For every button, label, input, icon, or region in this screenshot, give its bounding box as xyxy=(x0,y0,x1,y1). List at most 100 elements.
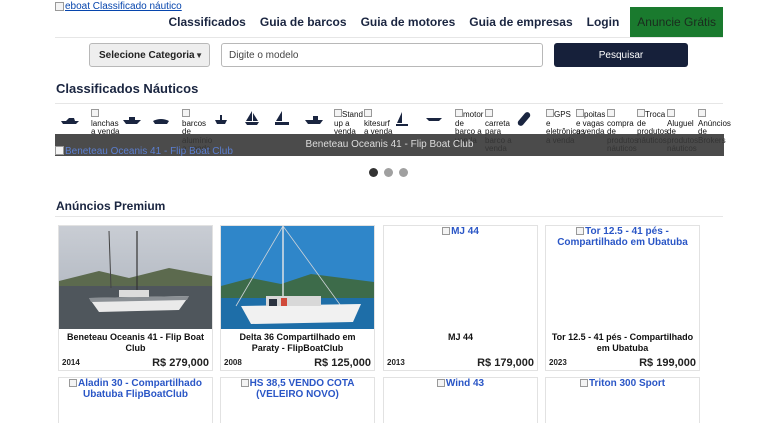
slider-alt-text: Beneteau Oceanis 41 - Flip Boat Club xyxy=(65,146,233,157)
premium-divider xyxy=(55,216,723,217)
model-search-placeholder: Digite o modelo xyxy=(229,49,299,61)
listing-card[interactable]: MJ 44 MJ 44 2013 R$ 179,000 xyxy=(383,225,538,371)
nav-classificados[interactable]: Classificados xyxy=(161,7,252,37)
listing-price: R$ 125,000 xyxy=(314,357,371,369)
broken-image-icon xyxy=(546,109,554,117)
broken-image-icon xyxy=(55,1,64,11)
listing-image-alt[interactable]: Aladin 30 - Compartilhado Ubatuba FlipBo… xyxy=(59,378,212,400)
search-button[interactable]: Pesquisar xyxy=(554,43,688,67)
listing-name[interactable]: MJ 44 xyxy=(384,332,537,343)
broken-image-icon xyxy=(240,379,249,387)
broken-image-icon xyxy=(576,227,585,235)
category-catamaran[interactable] xyxy=(273,110,303,126)
boat-icon xyxy=(123,117,141,124)
windsurf-icon xyxy=(396,112,408,126)
listing-year: 2014 xyxy=(62,358,80,367)
listing-card[interactable]: Delta 36 Compartilhado em Paraty - FlipB… xyxy=(220,225,375,371)
sailboat-photo xyxy=(59,226,212,329)
sailboat-photo xyxy=(221,226,374,329)
category-inflatable[interactable] xyxy=(213,113,243,125)
category-windsurf[interactable] xyxy=(395,111,425,127)
broken-image-icon xyxy=(637,109,645,117)
model-search-input[interactable]: Digite o modelo xyxy=(221,43,543,67)
listing-image-alt-text: Wind 43 xyxy=(445,378,485,389)
slider-dot-3[interactable] xyxy=(399,168,408,177)
listing-year: 2008 xyxy=(224,358,242,367)
broken-image-icon xyxy=(698,109,706,117)
inflatable-icon xyxy=(215,115,227,124)
listing-photo[interactable] xyxy=(221,226,374,329)
classificados-title: Classificados Náuticos xyxy=(56,81,199,96)
sailboat-icon xyxy=(245,111,259,125)
anuncie-gratis-button[interactable]: Anuncie Grátis xyxy=(630,7,723,37)
broken-image-icon xyxy=(436,379,445,387)
speedboat-icon xyxy=(61,118,79,124)
search-bar: Selecione Categoria ▼ Digite o modelo Pe… xyxy=(89,43,688,67)
listing-card[interactable]: Aladin 30 - Compartilhado Ubatuba FlipBo… xyxy=(58,377,213,423)
listing-card[interactable]: HS 38,5 VENDO COTA (VELEIRO NOVO) xyxy=(220,377,375,423)
classificados-divider xyxy=(55,103,723,104)
category-lanchas[interactable]: lanchas a venda xyxy=(91,109,121,137)
broken-image-icon xyxy=(579,379,588,387)
listing-year: 2013 xyxy=(387,358,405,367)
wakeboard-icon xyxy=(517,112,531,126)
listing-card[interactable]: Triton 300 Sport xyxy=(545,377,700,423)
slider-image-alt[interactable]: Beneteau Oceanis 41 - Flip Boat Club xyxy=(55,146,233,157)
listing-image-alt[interactable]: Wind 43 xyxy=(384,378,537,389)
listing-card[interactable]: Wind 43 xyxy=(383,377,538,423)
broken-image-icon xyxy=(364,109,372,117)
canoe-icon xyxy=(426,118,442,121)
listing-price: R$ 179,000 xyxy=(477,357,534,369)
broken-image-icon xyxy=(91,109,99,117)
listing-image-alt-text: Aladin 30 - Compartilhado Ubatuba FlipBo… xyxy=(78,378,202,400)
listing-card[interactable]: Beneteau Oceanis 41 - Flip Boat Club 201… xyxy=(58,225,213,371)
category-canoe[interactable] xyxy=(425,116,455,122)
chevron-down-icon: ▼ xyxy=(195,50,203,60)
listing-name[interactable]: Beneteau Oceanis 41 - Flip Boat Club xyxy=(59,332,212,354)
listing-image-alt[interactable]: Triton 300 Sport xyxy=(546,378,699,389)
nav-login[interactable]: Login xyxy=(580,7,627,37)
listing-name[interactable]: Tor 12.5 - 41 pés - Compartilhado em Uba… xyxy=(546,332,699,354)
broken-image-icon xyxy=(667,109,675,117)
main-nav: Classificados Guia de barcos Guia de mot… xyxy=(161,7,723,37)
listing-image-alt[interactable]: MJ 44 xyxy=(384,226,537,237)
slider-dots xyxy=(369,168,408,177)
broken-image-icon xyxy=(334,109,342,117)
broken-image-icon xyxy=(55,146,64,155)
listing-image-alt[interactable]: HS 38,5 VENDO COTA (VELEIRO NOVO) xyxy=(221,378,374,400)
nav-guia-de-barcos[interactable]: Guia de barcos xyxy=(253,7,354,37)
broken-image-icon xyxy=(455,109,463,117)
fishing-boat-icon xyxy=(305,116,323,124)
category-stand-up[interactable]: Stand up a venda xyxy=(334,109,364,137)
catamaran-icon xyxy=(275,111,289,125)
broken-image-icon xyxy=(182,109,190,117)
listing-card[interactable]: Tor 12.5 - 41 pés - Compartilhado em Uba… xyxy=(545,225,700,371)
listing-image-alt-text: Triton 300 Sport xyxy=(588,378,666,389)
slider-dot-2[interactable] xyxy=(384,168,393,177)
listing-price: R$ 279,000 xyxy=(152,357,209,369)
listing-photo[interactable] xyxy=(59,226,212,329)
listing-year: 2023 xyxy=(549,358,567,367)
category-wakeboard[interactable] xyxy=(516,111,546,127)
category-select[interactable]: Selecione Categoria ▼ xyxy=(89,43,210,67)
slider-dot-1[interactable] xyxy=(369,168,378,177)
jetski-icon xyxy=(153,119,169,124)
category-jetski[interactable] xyxy=(152,115,182,125)
category-speedboat[interactable] xyxy=(60,115,90,125)
category-kitesurf[interactable]: kitesurf a venda xyxy=(364,109,394,137)
category-boat[interactable] xyxy=(122,115,152,125)
header-divider xyxy=(55,37,723,38)
nav-guia-de-empresas[interactable]: Guia de empresas xyxy=(462,7,579,37)
premium-title: Anúncios Premium xyxy=(56,199,166,213)
listing-name[interactable]: Delta 36 Compartilhado em Paraty - FlipB… xyxy=(221,332,374,354)
nav-guia-de-motores[interactable]: Guia de motores xyxy=(354,7,463,37)
broken-image-icon xyxy=(576,109,584,117)
listing-image-alt[interactable]: Tor 12.5 - 41 pés - Compartilhado em Uba… xyxy=(546,226,699,248)
category-fishing-boat[interactable] xyxy=(304,114,334,125)
category-poitas[interactable]: poitas e vagas a venda xyxy=(576,109,606,137)
category-sailboat[interactable] xyxy=(243,110,273,126)
broken-image-icon xyxy=(69,379,78,387)
broken-image-icon xyxy=(442,227,451,235)
category-select-value: Selecione Categoria xyxy=(99,49,195,61)
broken-image-icon xyxy=(485,109,493,117)
